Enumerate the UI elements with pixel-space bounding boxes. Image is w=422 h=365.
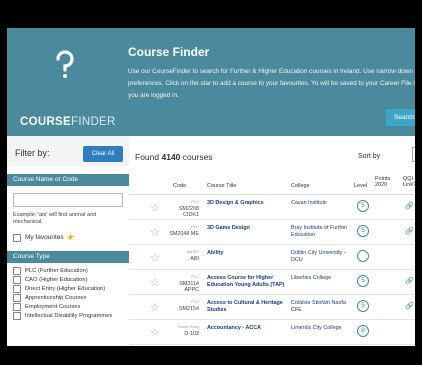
course-title-link[interactable]: Access to Cultural & Heritage Studies xyxy=(207,300,287,313)
course-type-checkbox[interactable] xyxy=(13,311,21,320)
course-title-link[interactable]: 3D Game Design xyxy=(207,225,287,232)
table-row[interactable]: ☆ INHEF ABI Ability Dublin City University -… xyxy=(129,245,415,270)
course-type-label: PLC (Further Education) xyxy=(25,267,88,274)
qqi-link-icon[interactable]: 🔗 xyxy=(405,277,414,285)
course-type-option[interactable]: Employment Courses xyxy=(7,302,129,311)
favourite-star-icon[interactable]: ☆ xyxy=(150,326,160,339)
course-type-label: Apprenticeship Courses xyxy=(25,294,87,301)
table-row[interactable]: ☆ PLC SM3114 APPC Access Course for Higher … xyxy=(129,270,415,295)
course-title-link[interactable]: 3D Design & Graphics xyxy=(207,200,287,207)
col-qqi-link[interactable]: QQI Link? xyxy=(403,176,415,188)
course-type-label: CAO (Higher Education) xyxy=(25,276,88,283)
course-type-list: PLC (Further Education) CAO (Higher Educa… xyxy=(7,266,129,320)
filter-sidebar: Filter by: Clear All Course Name or Code… xyxy=(7,136,129,346)
course-code: PLC SM2208 CIDK1 xyxy=(178,199,199,218)
results-table-header: Code Course Title College Level Points 2… xyxy=(129,172,415,195)
search-example-text: Example: 'ani' will find animal and mech… xyxy=(13,212,97,225)
col-points[interactable]: Points 2020 xyxy=(375,176,397,188)
coursefinder-logo[interactable]: COURSEFINDER xyxy=(15,46,115,130)
page-title: Course Finder xyxy=(128,45,210,59)
level-badge: 5 xyxy=(357,225,369,237)
course-code: PLC SM2154 xyxy=(178,299,199,312)
results-count: Found 4140 courses xyxy=(135,152,213,162)
favourite-star-icon[interactable]: ☆ xyxy=(150,251,160,264)
course-type-checkbox[interactable] xyxy=(13,275,21,284)
course-type-option[interactable]: Intellectual Disability Programmes xyxy=(7,311,129,320)
qqi-link-icon[interactable]: 🔗 xyxy=(405,227,414,235)
level-badge: 5 xyxy=(357,275,369,287)
course-code: PLC SM2048 ME xyxy=(169,224,199,237)
college-name[interactable]: Cavan Institute xyxy=(291,200,351,207)
course-type-option[interactable]: PLC (Further Education) xyxy=(7,266,129,275)
course-type-label: Intellectual Disability Programmes xyxy=(25,312,113,319)
course-type-checkbox[interactable] xyxy=(13,302,21,311)
course-type-option[interactable]: Apprenticeship Courses xyxy=(7,293,129,302)
table-row[interactable]: ☆ PLC SM2154 Access to Cultural & Heritage … xyxy=(129,295,415,320)
course-type-label: Direct Entry (Higher Education) xyxy=(25,285,106,292)
col-code[interactable]: Code xyxy=(173,183,186,189)
course-type-checkbox[interactable] xyxy=(13,293,21,302)
course-code: INHEF ABI xyxy=(187,249,199,262)
college-name[interactable]: Limerick City College xyxy=(291,325,351,332)
question-mark-icon xyxy=(56,50,74,78)
level-badge: 5 xyxy=(357,300,369,312)
qqi-link-icon[interactable]: 🔗 xyxy=(405,202,414,210)
star-icon: ★ xyxy=(66,232,75,242)
filter-header: Filter by: Clear All xyxy=(7,136,129,166)
qqi-link-icon[interactable]: 🔗 xyxy=(405,302,414,310)
hero-description: Use our CourseFinder to search for Furth… xyxy=(128,68,415,99)
filter-label: Filter by: xyxy=(15,148,50,158)
level-badge xyxy=(357,250,369,262)
college-name[interactable]: Liberties College xyxy=(291,275,351,282)
search-button[interactable]: Search Fi xyxy=(386,109,415,126)
course-type-option[interactable]: Direct Entry (Higher Education) xyxy=(7,284,129,293)
col-college[interactable]: College xyxy=(291,183,310,189)
favourite-star-icon[interactable]: ☆ xyxy=(150,201,160,214)
course-name-input[interactable] xyxy=(13,193,123,207)
college-name[interactable]: Bray Institute of Further Education xyxy=(291,225,351,238)
course-type-section-header: Course Type xyxy=(7,251,129,263)
level-badge: 8 xyxy=(357,325,369,337)
hero-banner: COURSEFINDER Course Finder Use our Cours… xyxy=(7,28,415,136)
sort-label: Sort by xyxy=(358,153,381,160)
favourites-checkbox[interactable] xyxy=(13,233,21,242)
course-title-link[interactable]: Accountancy - ACCA xyxy=(207,325,287,332)
favourite-star-icon[interactable]: ☆ xyxy=(150,226,160,239)
course-title-link[interactable]: Ability xyxy=(207,250,287,257)
college-name[interactable]: Dublin City University - DCU xyxy=(291,250,351,263)
results-panel: Found 4140 courses Sort by C Code Course… xyxy=(129,136,415,346)
table-row[interactable]: ☆ PLC SM2048 ME 3D Game Design Bray Institut… xyxy=(129,220,415,245)
table-row[interactable]: ☆ PLC SM2208 CIDK1 3D Design & Graphics Cava… xyxy=(129,195,415,220)
course-title-link[interactable]: Access Course for Higher Education Young… xyxy=(207,275,287,288)
course-type-checkbox[interactable] xyxy=(13,284,21,293)
college-name[interactable]: Coláiste Stiofáin Naofa CFE xyxy=(291,300,351,313)
course-code: PLC SM3114 APPC xyxy=(179,274,199,293)
course-finder-page: COURSEFINDER Course Finder Use our Cours… xyxy=(7,28,415,346)
favourite-star-icon[interactable]: ☆ xyxy=(150,276,160,289)
course-name-section-header: Course Name or Code xyxy=(7,174,129,186)
level-badge: 5 xyxy=(357,200,369,212)
logo-wordmark: COURSEFINDER xyxy=(20,116,116,128)
col-level[interactable]: Level xyxy=(354,183,367,189)
course-type-option[interactable]: CAO (Higher Education) xyxy=(7,275,129,284)
col-course-title[interactable]: Course Title xyxy=(207,183,236,189)
course-type-checkbox[interactable] xyxy=(13,266,21,275)
sort-select[interactable]: C xyxy=(412,147,415,162)
table-row[interactable]: ☆ Direct Entry D-103 Accountancy - ACCA Lime… xyxy=(129,320,415,345)
favourites-filter[interactable]: My favourites ★ xyxy=(13,232,123,243)
favourites-label: My favourites xyxy=(25,234,64,241)
clear-all-button[interactable]: Clear All xyxy=(83,146,123,162)
favourite-star-icon[interactable]: ☆ xyxy=(150,301,160,314)
course-type-label: Employment Courses xyxy=(25,303,81,310)
course-code: Direct Entry D-103 xyxy=(178,324,199,337)
